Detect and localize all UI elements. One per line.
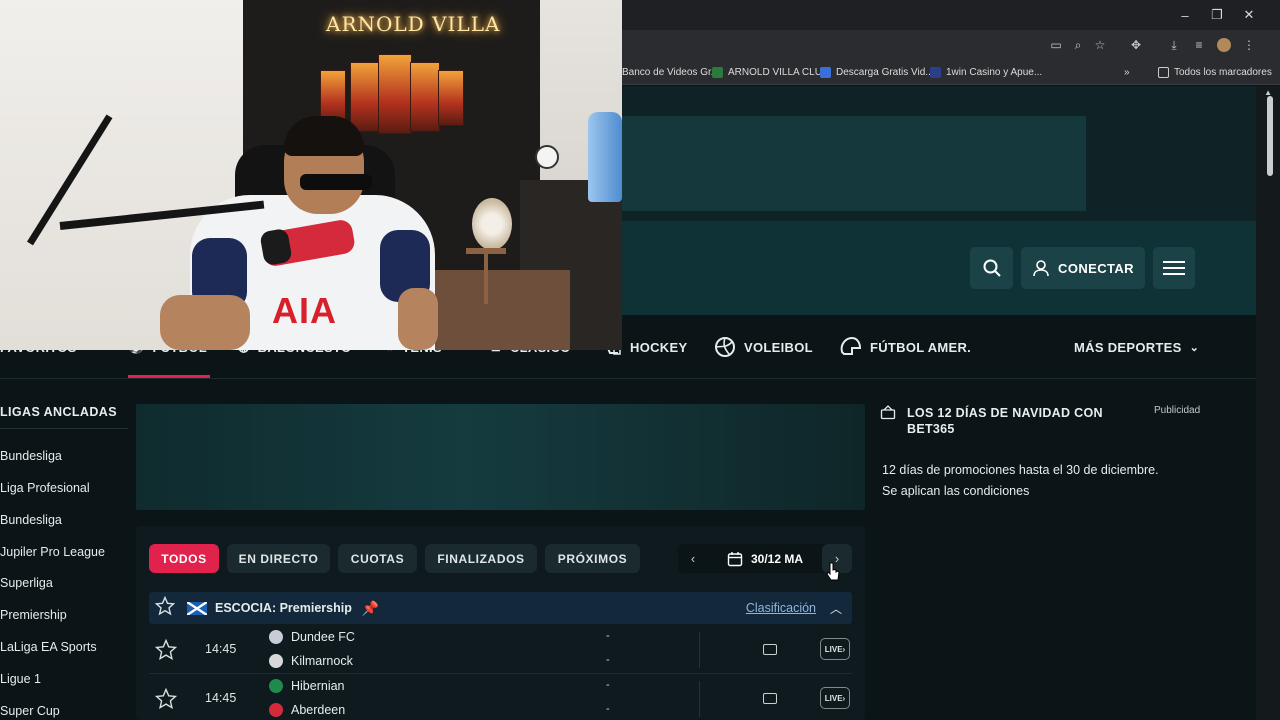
sidebar-league-item[interactable]: Liga Profesional xyxy=(0,481,90,495)
menu-button[interactable] xyxy=(1153,247,1195,289)
bookmark-item[interactable]: Descarga Gratis Vid... xyxy=(820,64,934,80)
search-button[interactable] xyxy=(970,247,1013,289)
divider xyxy=(0,428,128,429)
team-crest-icon xyxy=(269,703,283,717)
extensions-icon[interactable]: ✥ xyxy=(1127,36,1145,54)
chevron-up-icon[interactable]: ︿ xyxy=(830,600,842,617)
favorite-star-icon[interactable] xyxy=(155,688,177,710)
restore-button[interactable]: ❐ xyxy=(1201,0,1233,30)
top-banner-ad[interactable] xyxy=(622,116,1086,211)
team-crest-icon xyxy=(269,654,283,668)
tab-search-icon[interactable]: ≡ xyxy=(1190,36,1208,54)
pinned-leagues-title: LIGAS ANCLADAS xyxy=(0,405,117,419)
connect-button[interactable]: CONECTAR xyxy=(1021,247,1145,289)
webcam-overlay: ARNOLD VILLA AIA xyxy=(0,0,622,350)
promo-banner[interactable] xyxy=(136,404,865,510)
bookmark-item[interactable]: ARNOLD VILLA CLU... xyxy=(712,64,830,80)
match-time: 14:45 xyxy=(205,691,237,705)
away-score: - xyxy=(606,654,610,666)
gift-icon xyxy=(880,405,896,420)
ad-badge: Publicidad xyxy=(1154,405,1201,416)
sidebar-league-item[interactable]: LaLiga EA Sports xyxy=(0,640,97,654)
sidebar-league-item[interactable]: Bundesliga xyxy=(0,449,62,463)
bookmark-star-icon[interactable]: ☆ xyxy=(1091,36,1109,54)
more-bookmarks-icon[interactable]: » xyxy=(1124,64,1130,80)
scrollbar[interactable] xyxy=(1256,86,1280,720)
away-score: - xyxy=(606,703,610,715)
favorite-star-icon[interactable] xyxy=(155,639,177,661)
scotland-flag-icon xyxy=(187,601,207,615)
live-button[interactable]: LIVE › xyxy=(820,638,850,660)
divider xyxy=(699,681,700,717)
zoom-icon[interactable]: ⌕ xyxy=(1069,36,1087,54)
chevron-down-icon: ⌄ xyxy=(1189,341,1200,354)
more-sports-dropdown[interactable]: MÁS DEPORTES ⌄ xyxy=(1074,337,1199,357)
helmet-icon xyxy=(840,336,862,355)
filter-all[interactable]: TODOS xyxy=(149,544,219,573)
home-team: Dundee FC xyxy=(269,630,355,644)
home-team: Hibernian xyxy=(269,679,345,693)
sidebar-league-item[interactable]: Premiership xyxy=(0,608,67,622)
ad-title[interactable]: LOS 12 DÍAS DE NAVIDAD CON BET365 xyxy=(907,405,1132,437)
filter-odds[interactable]: CUOTAS xyxy=(338,544,417,573)
standings-link[interactable]: Clasificación xyxy=(746,601,816,615)
date-selector[interactable]: 30/12 MA xyxy=(708,551,822,567)
sidebar-league-item[interactable]: Jupiler Pro League xyxy=(0,545,105,559)
ad-description: 12 días de promociones hasta el 30 de di… xyxy=(882,463,1159,498)
search-icon xyxy=(983,259,1001,277)
filter-upcoming[interactable]: PRÓXIMOS xyxy=(545,544,640,573)
favorite-star-icon[interactable] xyxy=(154,595,177,621)
away-team: Kilmarnock xyxy=(269,654,353,668)
user-icon xyxy=(1033,260,1049,277)
match-row[interactable]: 14:45 Hibernian Aberdeen - - LIVE › xyxy=(149,675,852,720)
active-tab-indicator xyxy=(128,375,210,378)
calendar-icon xyxy=(727,551,743,566)
sidebar-league-item[interactable]: Bundesliga xyxy=(0,513,62,527)
away-team: Aberdeen xyxy=(269,703,345,717)
minimize-button[interactable]: – xyxy=(1169,0,1201,30)
close-window-button[interactable]: ✕ xyxy=(1233,0,1265,30)
profile-avatar[interactable] xyxy=(1215,36,1233,54)
volleyball-icon xyxy=(715,337,735,357)
hamburger-icon xyxy=(1163,261,1185,275)
filter-finished[interactable]: FINALIZADOS xyxy=(425,544,537,573)
home-score: - xyxy=(606,679,610,691)
sport-tab-volleyball[interactable]: VOLEIBOL xyxy=(714,337,813,357)
match-time: 14:45 xyxy=(205,642,237,656)
sidebar-league-item[interactable]: Super Cup xyxy=(0,704,60,718)
sidebar-league-item[interactable]: Ligue 1 xyxy=(0,672,41,686)
home-score: - xyxy=(606,630,610,642)
connect-label: CONECTAR xyxy=(1058,260,1134,276)
team-crest-icon xyxy=(269,630,283,644)
divider xyxy=(699,632,700,668)
live-button[interactable]: LIVE › xyxy=(820,687,850,709)
all-bookmarks-folder[interactable]: Todos los marcadores xyxy=(1158,64,1272,80)
prev-day-arrow-icon[interactable]: ‹ xyxy=(678,551,708,566)
cast-icon[interactable]: ▭ xyxy=(1047,36,1065,54)
pin-icon[interactable]: 📌 xyxy=(362,600,379,617)
filter-live[interactable]: EN DIRECTO xyxy=(227,544,330,573)
scrollbar-thumb[interactable] xyxy=(1267,96,1273,176)
download-icon[interactable]: ⤓ xyxy=(1165,36,1183,54)
bookmark-item[interactable]: 1win Casino y Apue... xyxy=(930,64,1042,80)
sport-tab-american-football[interactable]: FÚTBOL AMER. xyxy=(838,336,971,357)
match-row[interactable]: 14:45 Dundee FC Kilmarnock - - LIVE › xyxy=(149,626,852,674)
sidebar-league-item[interactable]: Superliga xyxy=(0,576,53,590)
tv-icon[interactable] xyxy=(763,644,777,655)
league-name[interactable]: ESCOCIA: Premiership xyxy=(215,601,352,615)
tv-icon[interactable] xyxy=(763,693,777,704)
shirt-sponsor-text: AIA xyxy=(272,290,337,331)
neon-sign: ARNOLD VILLA xyxy=(326,12,501,36)
browser-menu-icon[interactable]: ⋮ xyxy=(1240,36,1258,54)
bookmark-item[interactable]: Banco de Videos Gr... xyxy=(622,64,719,80)
team-crest-icon xyxy=(269,679,283,693)
mouse-cursor-icon xyxy=(826,562,840,581)
league-header: ESCOCIA: Premiership 📌 Clasificación ︿ xyxy=(149,592,852,624)
